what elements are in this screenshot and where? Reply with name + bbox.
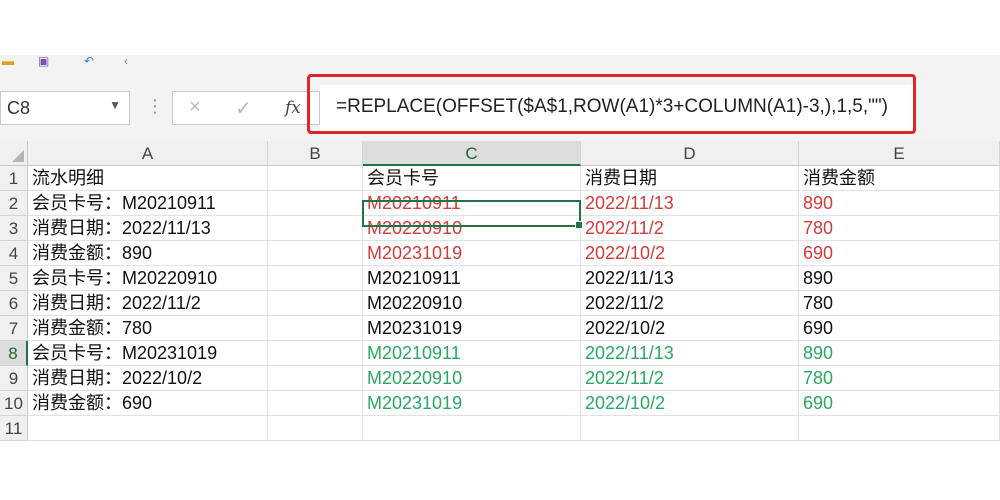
spreadsheet-grid: A B C D E 1 流水明细 会员卡号 消费日期 消费金额 2 会员卡号：M20210911 M20… bbox=[0, 141, 1000, 441]
cell-e10[interactable]: 690 bbox=[799, 391, 1000, 416]
formula-input[interactable]: =REPLACE(OFFSET($A$1,ROW(A1)*3+COLUMN(A1… bbox=[320, 85, 916, 131]
cell-c7[interactable]: M20231019 bbox=[363, 316, 581, 341]
cell-e3[interactable]: 780 bbox=[799, 216, 1000, 241]
cell-c10[interactable]: M20231019 bbox=[363, 391, 581, 416]
chevron-down-icon[interactable]: ▼ bbox=[109, 98, 121, 112]
cell-a11[interactable] bbox=[28, 416, 268, 441]
column-header-e[interactable]: E bbox=[799, 141, 1000, 166]
cell-e6[interactable]: 780 bbox=[799, 291, 1000, 316]
cell-a8[interactable]: 会员卡号：M20231019 bbox=[28, 341, 268, 366]
save-icon[interactable]: ▬ bbox=[2, 55, 14, 67]
row-header-4[interactable]: 4 bbox=[0, 241, 28, 266]
cell-e1[interactable]: 消费金额 bbox=[799, 166, 1000, 191]
cell-a7[interactable]: 消费金额：780 bbox=[28, 316, 268, 341]
cell-a1[interactable]: 流水明细 bbox=[28, 166, 268, 191]
row-header-7[interactable]: 7 bbox=[0, 316, 28, 341]
redo-icon[interactable]: ‹ bbox=[124, 55, 128, 67]
cell-a10[interactable]: 消费金额：690 bbox=[28, 391, 268, 416]
cell-a9[interactable]: 消费日期：2022/10/2 bbox=[28, 366, 268, 391]
cell-b8[interactable] bbox=[268, 341, 363, 366]
row-header-1[interactable]: 1 bbox=[0, 166, 28, 191]
cell-b7[interactable] bbox=[268, 316, 363, 341]
cell-d6[interactable]: 2022/11/2 bbox=[581, 291, 799, 316]
cell-d2[interactable]: 2022/11/13 bbox=[581, 191, 799, 216]
cell-a5[interactable]: 会员卡号：M20220910 bbox=[28, 266, 268, 291]
cancel-icon[interactable]: × bbox=[189, 96, 201, 119]
column-header-c[interactable]: C bbox=[363, 141, 581, 166]
cell-d11[interactable] bbox=[581, 416, 799, 441]
confirm-icon[interactable]: ✓ bbox=[235, 96, 252, 121]
row-header-8[interactable]: 8 bbox=[0, 341, 28, 366]
column-header-a[interactable]: A bbox=[28, 141, 268, 166]
cell-c5[interactable]: M20210911 bbox=[363, 266, 581, 291]
drag-handle-icon[interactable]: ⋮ bbox=[146, 96, 164, 117]
row-header-6[interactable]: 6 bbox=[0, 291, 28, 316]
cell-c3[interactable]: M20220910 bbox=[363, 216, 581, 241]
cell-b6[interactable] bbox=[268, 291, 363, 316]
cell-c1[interactable]: 会员卡号 bbox=[363, 166, 581, 191]
select-all-corner[interactable] bbox=[0, 141, 28, 166]
cell-c11[interactable] bbox=[363, 416, 581, 441]
row-header-11[interactable]: 11 bbox=[0, 416, 28, 441]
cell-d1[interactable]: 消费日期 bbox=[581, 166, 799, 191]
undo-icon[interactable]: ↶ bbox=[84, 55, 94, 67]
cell-c6[interactable]: M20220910 bbox=[363, 291, 581, 316]
cell-b10[interactable] bbox=[268, 391, 363, 416]
cell-d3[interactable]: 2022/11/2 bbox=[581, 216, 799, 241]
cell-e5[interactable]: 890 bbox=[799, 266, 1000, 291]
cell-d7[interactable]: 2022/10/2 bbox=[581, 316, 799, 341]
formula-buttons: × ✓ fx bbox=[172, 91, 320, 125]
cell-a3[interactable]: 消费日期：2022/11/13 bbox=[28, 216, 268, 241]
row-header-2[interactable]: 2 bbox=[0, 191, 28, 216]
cell-c9[interactable]: M20220910 bbox=[363, 366, 581, 391]
cell-e7[interactable]: 690 bbox=[799, 316, 1000, 341]
cell-b11[interactable] bbox=[268, 416, 363, 441]
cell-b3[interactable] bbox=[268, 216, 363, 241]
cell-c4[interactable]: M20231019 bbox=[363, 241, 581, 266]
cell-a2[interactable]: 会员卡号：M20210911 bbox=[28, 191, 268, 216]
column-header-b[interactable]: B bbox=[268, 141, 363, 166]
insert-function-icon[interactable]: fx bbox=[285, 98, 301, 118]
cell-d8[interactable]: 2022/11/13 bbox=[581, 341, 799, 366]
cell-e11[interactable] bbox=[799, 416, 1000, 441]
name-box[interactable]: C8 ▼ bbox=[0, 91, 130, 125]
cell-c8[interactable]: M20210911 bbox=[363, 341, 581, 366]
name-box-value: C8 bbox=[7, 98, 31, 118]
quick-access-toolbar: ▬ ▣ ↶ ‹ bbox=[0, 55, 1000, 67]
cell-d9[interactable]: 2022/11/2 bbox=[581, 366, 799, 391]
cell-d10[interactable]: 2022/10/2 bbox=[581, 391, 799, 416]
cell-b5[interactable] bbox=[268, 266, 363, 291]
cell-d5[interactable]: 2022/11/13 bbox=[581, 266, 799, 291]
row-header-5[interactable]: 5 bbox=[0, 266, 28, 291]
column-header-d[interactable]: D bbox=[581, 141, 799, 166]
cell-b2[interactable] bbox=[268, 191, 363, 216]
cell-a6[interactable]: 消费日期：2022/11/2 bbox=[28, 291, 268, 316]
cell-e8[interactable]: 890 bbox=[799, 341, 1000, 366]
print-icon[interactable]: ▣ bbox=[38, 55, 49, 67]
cell-b1[interactable] bbox=[268, 166, 363, 191]
cell-e9[interactable]: 780 bbox=[799, 366, 1000, 391]
cell-d4[interactable]: 2022/10/2 bbox=[581, 241, 799, 266]
cell-b9[interactable] bbox=[268, 366, 363, 391]
row-header-9[interactable]: 9 bbox=[0, 366, 28, 391]
cell-e2[interactable]: 890 bbox=[799, 191, 1000, 216]
row-header-10[interactable]: 10 bbox=[0, 391, 28, 416]
cell-a4[interactable]: 消费金额：890 bbox=[28, 241, 268, 266]
cell-b4[interactable] bbox=[268, 241, 363, 266]
cell-c2[interactable]: M20210911 bbox=[363, 191, 581, 216]
cell-e4[interactable]: 690 bbox=[799, 241, 1000, 266]
row-header-3[interactable]: 3 bbox=[0, 216, 28, 241]
